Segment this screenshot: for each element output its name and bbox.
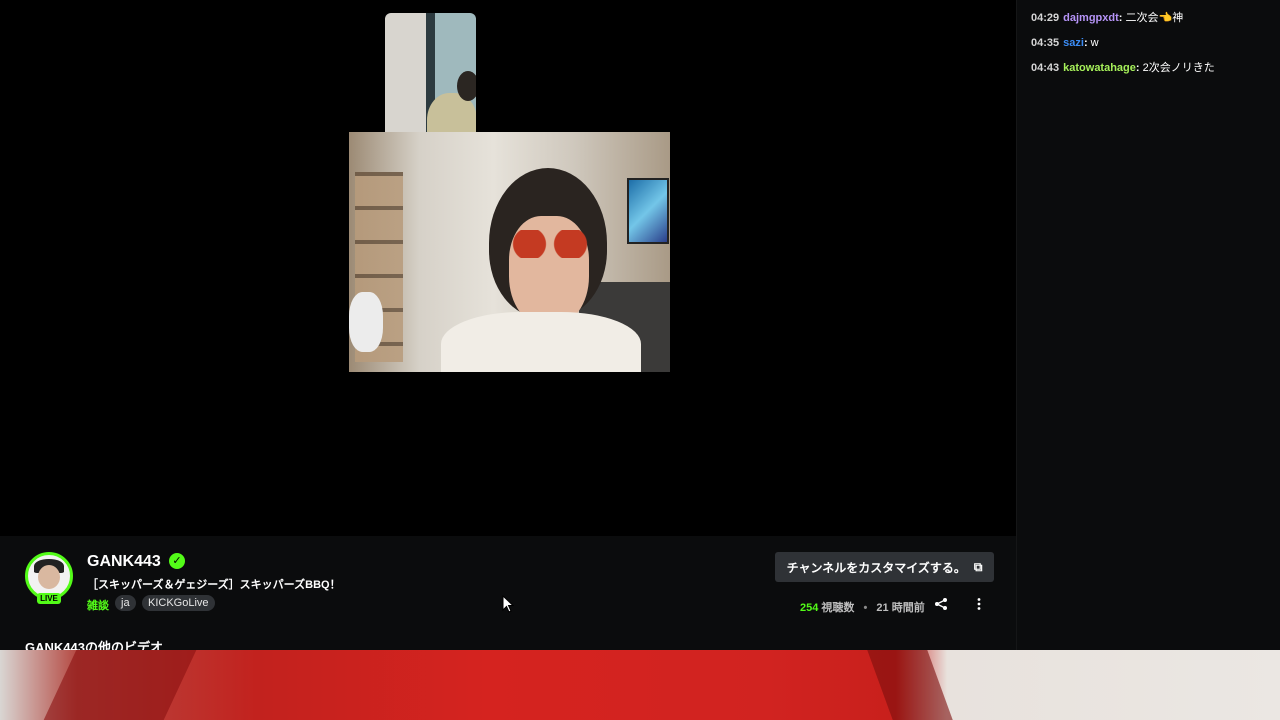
category-link[interactable]: 雑談 <box>87 597 109 613</box>
tag-ja[interactable]: ja <box>115 595 136 611</box>
mouse-cursor-icon <box>502 595 514 613</box>
video-tv <box>627 178 669 244</box>
chat-timestamp: 04:35 <box>1031 37 1060 49</box>
video-frame <box>349 132 670 372</box>
avatar-face <box>38 565 60 589</box>
chat-text: 二次会👈神 <box>1125 12 1184 24</box>
live-badge: LIVE <box>37 593 61 604</box>
viewer-label: 視聴数 <box>821 602 855 614</box>
chat-message: 04:29 dajmgpxdt: 二次会👈神 <box>1031 12 1266 25</box>
time-ago: 21 時間前 <box>876 602 925 614</box>
chat-separator: : <box>1083 37 1091 49</box>
chat-username[interactable]: dajmgpxdt <box>1063 12 1119 24</box>
video-bag <box>349 292 383 352</box>
strip-shade <box>867 650 953 720</box>
chat-separator: : <box>1135 62 1143 74</box>
video-person-head <box>457 71 476 101</box>
video-frame-top <box>385 13 476 149</box>
tag-kickgolive[interactable]: KICKGoLive <box>142 595 215 611</box>
verified-icon: ✓ <box>169 553 185 569</box>
customize-channel-label: チャンネルをカスタマイズする。 <box>786 560 966 575</box>
chat-text: 2次会ノリきた <box>1142 62 1215 74</box>
viewer-count: 254 <box>800 602 819 614</box>
chat-panel: 04:29 dajmgpxdt: 二次会👈神 04:35 sazi: w 04:43… <box>1016 0 1280 650</box>
strip-shade <box>43 650 197 720</box>
chat-separator: : <box>1118 12 1126 24</box>
video-shirt <box>441 312 641 372</box>
stream-stats: 254 視聴数 • 21 時間前 <box>800 599 925 615</box>
chat-message: 04:43 katowatahage: 2次会ノリきた <box>1031 62 1266 75</box>
chat-message: 04:35 sazi: w <box>1031 37 1266 50</box>
chat-text: w <box>1090 37 1099 49</box>
video-sunglasses <box>509 230 591 258</box>
video-player[interactable] <box>0 0 1016 536</box>
chat-timestamp: 04:43 <box>1031 62 1060 74</box>
external-link-icon: ⧉ <box>973 559 983 574</box>
bottom-video-strip <box>0 650 1280 720</box>
stats-separator: • <box>863 602 868 614</box>
chat-username[interactable]: katowatahage <box>1063 62 1136 74</box>
chat-username[interactable]: sazi <box>1063 37 1084 49</box>
channel-name[interactable]: GANK443 <box>87 553 161 571</box>
app-root: 04:29 dajmgpxdt: 二次会👈神 04:35 sazi: w 04:43… <box>0 0 1280 720</box>
more-options-icon[interactable] <box>972 597 986 611</box>
stream-info-bar: LIVE GANK443 ✓ ［スキッパーズ＆ゲェジーズ］スキッパーズBBQ！ … <box>0 536 1016 655</box>
chat-timestamp: 04:29 <box>1031 12 1060 24</box>
stream-title: ［スキッパーズ＆ゲェジーズ］スキッパーズBBQ！ <box>87 579 341 591</box>
customize-channel-button[interactable]: チャンネルをカスタマイズする。 ⧉ <box>775 552 994 582</box>
share-icon[interactable] <box>934 597 948 611</box>
